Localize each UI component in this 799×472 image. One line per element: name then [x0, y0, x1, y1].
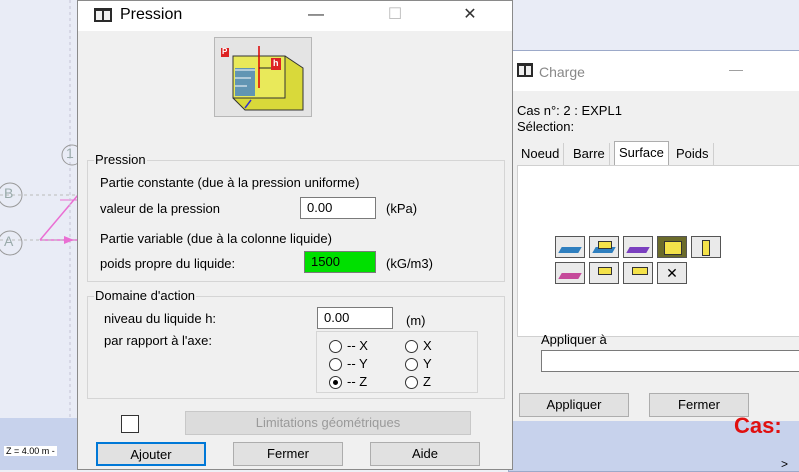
maximize-button[interactable]: ☐ [375, 3, 415, 27]
charge-dialog: Charge — Cas n°: 2 : EXPL1 Sélection: No… [508, 50, 799, 472]
pressure-load-button[interactable] [657, 236, 687, 258]
liquid-level-label: niveau du liquide h: [104, 311, 217, 326]
liquid-weight-unit: (kG/m3) [386, 256, 433, 271]
appliquer-button[interactable]: Appliquer [519, 393, 629, 417]
liquid-weight-label: poids propre du liquide: [100, 256, 236, 271]
axis-radio-neg-x[interactable] [329, 340, 342, 353]
fermer-button[interactable]: Fermer [233, 442, 343, 466]
apply-to-input[interactable] [541, 350, 799, 372]
domaine-group-title: Domaine d'action [94, 288, 197, 303]
planar-load-button[interactable] [589, 236, 619, 258]
charge-title: Charge [539, 64, 585, 80]
pressure-value-input[interactable]: 0.00 [300, 197, 376, 219]
axis-radio-x[interactable] [405, 340, 418, 353]
minimize-button[interactable]: — [296, 3, 336, 27]
app-icon [94, 8, 112, 22]
axis-radio-y[interactable] [405, 358, 418, 371]
pressure-illustration: P h [214, 37, 312, 117]
selection-label: Sélection: [517, 119, 575, 134]
pressure-value-label: valeur de la pression [100, 201, 220, 216]
axis-marker-a: A [4, 233, 14, 249]
thermal-load-button[interactable] [555, 262, 585, 284]
constant-part-label: Partie constante (due à la pression unif… [100, 175, 360, 190]
cas-label: Cas n°: 2 : EXPL1 [517, 103, 622, 118]
bar-on-surface-load-button[interactable] [623, 262, 653, 284]
charge-minimize-button[interactable]: — [729, 61, 743, 77]
linear-edge-load-button[interactable] [623, 236, 653, 258]
axis-radio-z-label: Z [423, 374, 431, 389]
axis-radio-z[interactable] [405, 376, 418, 389]
tab-barre[interactable]: Barre [569, 143, 610, 165]
axis-radio-neg-y-label: -- Y [347, 356, 368, 371]
liquid-level-unit: (m) [406, 313, 426, 328]
illustration-p-label: P [222, 47, 228, 56]
axis-marker-b: B [4, 185, 14, 201]
pression-titlebar[interactable]: Pression — ☐ ✕ [78, 1, 512, 31]
coordinate-readout: Z = 4.00 m - [4, 446, 57, 456]
pression-group: Pression Partie constante (due à la pres… [87, 152, 505, 282]
pressure-unit: (kPa) [386, 201, 418, 216]
variable-part-label: Partie variable (due à la colonne liquid… [100, 231, 332, 246]
limitations-checkbox[interactable] [121, 415, 139, 433]
charge-titlebar[interactable]: Charge — [509, 51, 799, 91]
axis-radio-neg-z-label: -- Z [347, 374, 368, 389]
illustration-h-label: h [273, 58, 279, 68]
pression-group-title: Pression [94, 152, 147, 167]
liquid-level-input[interactable]: 0.00 [317, 307, 393, 329]
tab-surface[interactable]: Surface [614, 141, 669, 166]
tab-noeud[interactable]: Noeud [517, 143, 565, 165]
pression-dialog: Pression — ☐ ✕ P h Pression Partie const… [77, 0, 513, 470]
cas-banner: Cas: [734, 413, 782, 438]
close-button[interactable]: ✕ [450, 3, 490, 27]
contour-load-button[interactable] [589, 262, 619, 284]
tab-poids[interactable]: Poids et r [672, 143, 714, 183]
axis-reference-label: par rapport à l'axe: [104, 333, 212, 348]
ajouter-button[interactable]: Ajouter [96, 442, 206, 466]
aide-button[interactable]: Aide [370, 442, 480, 466]
apply-to-group: Appliquer à [537, 332, 799, 386]
axis-radio-neg-x-label: -- X [347, 338, 368, 353]
liquid-weight-input[interactable]: 1500 [304, 251, 376, 273]
axis-radio-x-label: X [423, 338, 432, 353]
domaine-action-group: Domaine d'action niveau du liquide h: 0.… [87, 288, 505, 399]
uniform-surface-load-button[interactable] [555, 236, 585, 258]
delete-load-button[interactable]: ✕ [657, 262, 687, 284]
limitations-button[interactable]: Limitations géométriques [185, 411, 471, 435]
axis-radio-neg-y[interactable] [329, 358, 342, 371]
scroll-right-icon[interactable]: > [781, 457, 788, 471]
axis-marker-1: 1 [66, 145, 74, 161]
surface-tab-panel: ✕ [517, 165, 799, 337]
app-icon [517, 63, 533, 77]
axis-radio-neg-z[interactable] [329, 376, 342, 389]
axis-radio-y-label: Y [423, 356, 432, 371]
pression-title: Pression [120, 6, 183, 23]
point-surface-load-button[interactable] [691, 236, 721, 258]
pressure-diagram-icon [221, 46, 304, 111]
apply-to-label: Appliquer à [541, 332, 607, 347]
axis-radio-group: -- X X -- Y Y -- Z Z [316, 331, 478, 393]
